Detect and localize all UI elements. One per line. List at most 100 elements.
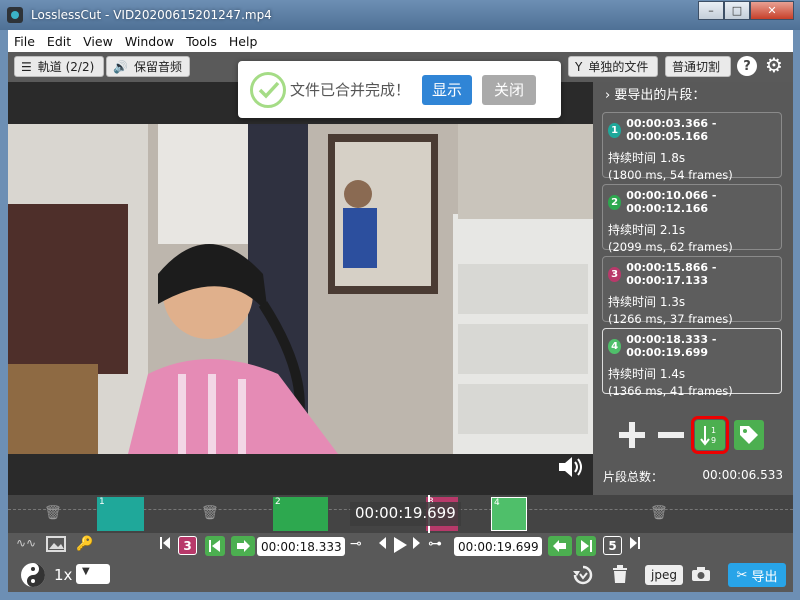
tracks-button[interactable]: ☰ 軌道 (2/2) <box>14 56 104 77</box>
cut-end-time-input[interactable]: 00:00:19.699 <box>454 537 542 556</box>
help-button[interactable]: ? <box>737 56 757 76</box>
keep-audio-button[interactable]: 🔊 保留音频 <box>106 56 190 77</box>
segment-duration: 持续时间 2.1s <box>608 223 686 237</box>
menu-help[interactable]: Help <box>223 34 264 49</box>
current-time-display: 00:00:19.699 <box>350 502 461 526</box>
speed-dropdown[interactable]: ▼ <box>76 564 110 584</box>
segment-frames: (1266 ms, 37 frames) <box>608 312 733 326</box>
chevron-down-icon: ▼ <box>82 566 90 577</box>
set-cut-end-icon[interactable] <box>548 536 572 556</box>
segment-number-badge: 1 <box>608 122 622 138</box>
yin-yang-icon[interactable] <box>20 562 46 588</box>
prev-segment-badge[interactable]: 3 <box>178 536 197 555</box>
segment-card-1[interactable]: 1 00:00:03.366 - 00:00:05.166 持续时间 1.8s … <box>602 112 782 182</box>
play-icon[interactable] <box>392 536 408 554</box>
scissors-icon: ✂ <box>736 567 748 583</box>
next-frame-icon[interactable] <box>412 536 422 550</box>
menu-view[interactable]: View <box>77 34 119 49</box>
timeline-segment-2[interactable]: 2 <box>273 497 328 531</box>
sort-segments-icon[interactable]: 19 <box>691 416 729 454</box>
timeline-segment-1[interactable]: 1 <box>97 497 144 531</box>
segment-duration: 持续时间 1.4s <box>608 367 686 381</box>
segment-range: 00:00:10.066 - 00:00:12.166 <box>626 189 717 215</box>
volume-icon[interactable] <box>556 454 586 483</box>
segment-range: 00:00:03.366 - 00:00:05.166 <box>626 117 717 143</box>
merge-complete-toast: 文件已合并完成！ 显示 关闭 <box>238 61 561 118</box>
window-controls: – □ ✕ <box>698 1 794 20</box>
tracks-label: 軌道 (2/2) <box>37 60 95 74</box>
segment-range: 00:00:18.333 - 00:00:19.699 <box>626 333 717 359</box>
jump-cut-start-icon[interactable] <box>205 536 225 556</box>
maximize-button[interactable]: □ <box>724 1 750 20</box>
settings-gear-icon[interactable]: ⚙ <box>763 54 785 76</box>
add-segment-plus-icon[interactable] <box>617 420 647 450</box>
total-label: 片段总数： <box>603 470 664 484</box>
capture-format-select[interactable]: jpeg <box>645 565 683 585</box>
key-icon[interactable]: 🔑 <box>76 536 93 552</box>
segments-header-label: 要导出的片段： <box>614 88 706 103</box>
svg-text:1: 1 <box>711 426 716 435</box>
jump-end-icon[interactable] <box>629 536 641 550</box>
menu-window[interactable]: Window <box>119 34 180 49</box>
separate-files-label: 单独的文件 <box>588 60 649 74</box>
segment-card-4[interactable]: 4 00:00:18.333 - 00:00:19.699 持续时间 1.4s … <box>602 328 782 398</box>
playback-speed: 1x <box>54 566 73 584</box>
normal-cut-label: 普通切割 <box>672 60 721 74</box>
prev-keyframe-key-icon[interactable]: ⊸ <box>350 536 362 552</box>
cut-start-time-input[interactable]: 00:00:18.333 <box>257 537 345 556</box>
export-label: 导出 <box>751 569 778 585</box>
camera-icon[interactable] <box>691 566 711 582</box>
next-segment-badge[interactable]: 5 <box>603 536 622 555</box>
export-button[interactable]: ✂ 导出 <box>728 563 786 587</box>
rotate-icon[interactable] <box>572 564 594 586</box>
timeline[interactable]: 🗑 🗑 🗑 1 2 3 4 00:00:19.699 <box>8 495 793 533</box>
segment-card-2[interactable]: 2 00:00:10.066 - 00:00:12.166 持续时间 2.1s … <box>602 184 782 254</box>
minimize-button[interactable]: – <box>698 1 724 20</box>
segment-range: 00:00:15.866 - 00:00:17.133 <box>626 261 717 287</box>
video-content-image <box>8 124 593 454</box>
close-button[interactable]: ✕ <box>750 1 794 20</box>
jump-start-icon[interactable] <box>159 536 171 550</box>
toast-message: 文件已合并完成！ <box>290 81 411 99</box>
list-icon: ☰ <box>21 59 32 74</box>
trash-icon: 🗑 <box>650 505 668 521</box>
video-player[interactable] <box>8 82 593 495</box>
window-frame-bottom <box>0 592 800 600</box>
trash-icon: 🗑 <box>201 505 219 521</box>
menu-file[interactable]: File <box>8 34 41 49</box>
menu-tools[interactable]: Tools <box>180 34 223 49</box>
keep-audio-label: 保留音频 <box>133 60 182 74</box>
segments-panel: › 要导出的片段： 1 00:00:03.366 - 00:00:05.166 … <box>593 82 793 495</box>
segment-number-badge: 4 <box>608 338 622 354</box>
segment-actions: 19 <box>617 416 773 454</box>
next-keyframe-key-icon[interactable]: ⊶ <box>428 536 442 552</box>
normal-cut-button[interactable]: 普通切割 <box>665 56 731 77</box>
title-bar: LosslessCut - VID20200615201247.mp4 – □ … <box>0 0 800 30</box>
remove-segment-minus-icon[interactable] <box>656 420 686 450</box>
segments-header[interactable]: › 要导出的片段： <box>605 84 705 103</box>
segment-frames: (2099 ms, 62 frames) <box>608 240 733 254</box>
window-frame-left <box>0 30 8 592</box>
dismiss-button[interactable]: 关闭 <box>482 74 537 105</box>
fork-icon: Y <box>575 59 583 74</box>
segment-card-3[interactable]: 3 00:00:15.866 - 00:00:17.133 持续时间 1.3s … <box>602 256 782 326</box>
prev-frame-icon[interactable] <box>377 536 387 550</box>
tag-label-icon[interactable] <box>734 420 764 450</box>
menu-edit[interactable]: Edit <box>41 34 77 49</box>
separate-files-button[interactable]: Y 单独的文件 <box>568 56 658 77</box>
video-frame <box>8 124 593 454</box>
window-frame-right <box>793 30 800 592</box>
image-thumbnails-icon[interactable] <box>46 536 66 552</box>
volume-icon: 🔊 <box>113 59 128 74</box>
jump-cut-end-icon[interactable] <box>576 536 596 556</box>
segment-duration: 持续时间 1.3s <box>608 295 686 309</box>
trash-icon[interactable] <box>612 565 628 583</box>
segment-frames: (1366 ms, 41 frames) <box>608 384 733 398</box>
waveform-icon[interactable]: ∿∿ <box>12 536 40 550</box>
playback-controls: ∿∿ 🔑 3 00:00:18.333 ⊸ ⊶ 00:00:19.699 5 <box>8 533 793 559</box>
show-button[interactable]: 显示 <box>422 74 473 105</box>
app-icon <box>7 7 23 23</box>
set-cut-start-icon[interactable] <box>231 536 255 556</box>
timeline-segment-4[interactable]: 4 <box>491 497 527 531</box>
window-title: LosslessCut - VID20200615201247.mp4 <box>31 8 272 22</box>
